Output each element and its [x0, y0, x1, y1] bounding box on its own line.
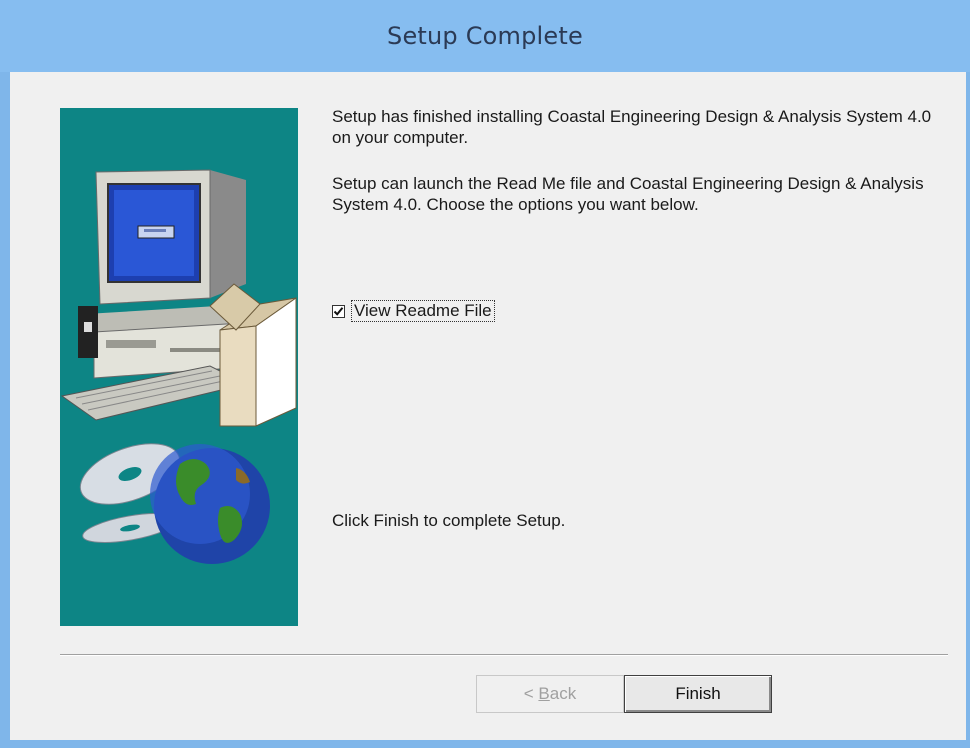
window-title: Setup Complete: [387, 22, 583, 50]
back-button[interactable]: < Back: [476, 675, 624, 713]
finished-message: Setup has finished installing Coastal En…: [332, 107, 932, 147]
finish-instruction: Click Finish to complete Setup.: [332, 511, 566, 530]
setup-illustration: [60, 169, 297, 564]
button-separator: [60, 654, 948, 656]
back-button-mnemonic: B: [538, 684, 550, 703]
view-readme-option[interactable]: View Readme File: [332, 300, 495, 322]
dialog-client-area: Setup has finished installing Coastal En…: [10, 72, 966, 740]
view-readme-checkbox[interactable]: [332, 304, 345, 318]
setup-illustration-panel: [60, 108, 298, 626]
back-button-rest: ack: [549, 684, 577, 703]
title-bar[interactable]: Setup Complete: [0, 0, 970, 72]
computer-icon: [60, 169, 297, 427]
finish-button[interactable]: Finish: [624, 675, 772, 713]
checkmark-icon: [333, 306, 344, 316]
launch-options-message: Setup can launch the Read Me file and Co…: [332, 174, 924, 214]
back-button-prefix: <: [523, 684, 539, 703]
globe-icon: [150, 444, 270, 564]
view-readme-label[interactable]: View Readme File: [351, 300, 495, 322]
